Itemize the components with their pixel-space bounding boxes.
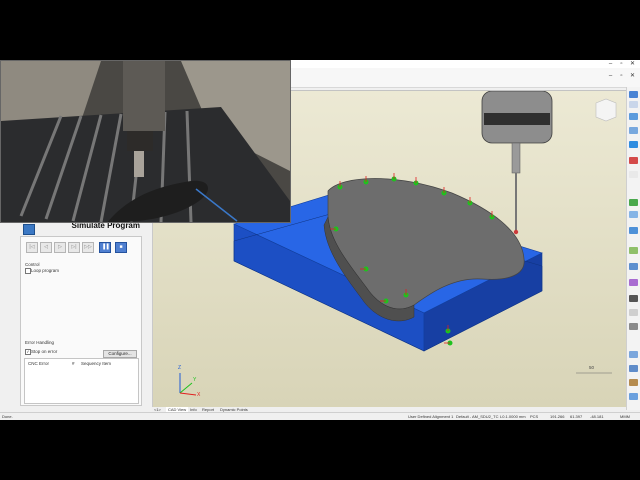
path-icon[interactable] bbox=[629, 247, 638, 254]
control-label: Control bbox=[25, 262, 40, 267]
machine-scene bbox=[1, 61, 290, 222]
status-cs: PCS bbox=[530, 414, 539, 419]
last-step-button[interactable]: ▷| bbox=[68, 242, 80, 253]
restore-button[interactable]: ▫ bbox=[617, 60, 626, 68]
status-alignment: User Defined Alignment 1 bbox=[408, 414, 454, 419]
ribbon-minimize-button[interactable]: – bbox=[606, 72, 615, 80]
wireframe-icon[interactable] bbox=[629, 141, 638, 148]
measure-icon[interactable] bbox=[629, 199, 638, 206]
stop-on-error-label: Stop on error bbox=[31, 349, 58, 354]
step-back-button[interactable]: ◁ bbox=[40, 242, 52, 253]
first-step-button[interactable]: |◁ bbox=[26, 242, 38, 253]
ribbon-restore-button[interactable]: ▫ bbox=[617, 72, 626, 80]
ribbon-close-button[interactable]: ✕ bbox=[628, 72, 637, 80]
pan-icon[interactable] bbox=[629, 365, 638, 372]
status-y: 61.397 bbox=[570, 414, 583, 419]
panel-body: |◁ ◁ ▷ ▷| ▷▷ ▐▐ ■ Control Loop program E… bbox=[20, 236, 142, 406]
status-probe: Default - AM_SDU2_TC bbox=[456, 414, 499, 419]
zoom-fit-icon[interactable] bbox=[629, 91, 638, 98]
configure-button[interactable]: Configure... bbox=[103, 350, 137, 358]
settings-icon[interactable] bbox=[629, 295, 638, 302]
select-icon[interactable] bbox=[629, 309, 638, 316]
probe-icon[interactable] bbox=[629, 211, 638, 218]
view-icon[interactable] bbox=[629, 101, 638, 108]
stop-button[interactable]: ■ bbox=[115, 242, 127, 253]
step-forward-button[interactable]: ▷ bbox=[54, 242, 66, 253]
axis-x-label: X bbox=[197, 392, 201, 398]
feature-icon[interactable] bbox=[629, 227, 638, 234]
column-header-number[interactable]: # bbox=[72, 361, 75, 366]
minimize-button[interactable]: – bbox=[606, 60, 615, 68]
probe-stem bbox=[511, 142, 521, 174]
status-tip: L0.1.0000 mm bbox=[500, 414, 526, 419]
machine-video-inset bbox=[0, 60, 291, 223]
point-icon[interactable] bbox=[629, 263, 638, 270]
column-header-sequency-item[interactable]: Sequency Item bbox=[81, 361, 111, 366]
loop-program-label: Loop program bbox=[31, 268, 60, 273]
simulate-panel: Simulate Program |◁ ◁ ▷ ▷| ▷▷ ▐▐ ■ Contr… bbox=[0, 217, 153, 410]
filter-icon[interactable] bbox=[629, 279, 638, 286]
zoom-in-icon[interactable] bbox=[629, 351, 638, 358]
status-bar: Done. User Defined Alignment 1 Default -… bbox=[0, 412, 640, 420]
grid-icon[interactable] bbox=[629, 171, 638, 178]
export-icon[interactable] bbox=[629, 393, 638, 400]
camera-icon[interactable] bbox=[629, 379, 638, 386]
axis-y-label: Y bbox=[193, 377, 197, 383]
run-button[interactable]: ▷▷ bbox=[82, 242, 94, 253]
scale-label: 50 bbox=[589, 365, 595, 370]
close-button[interactable]: ✕ bbox=[628, 60, 637, 68]
view-cube bbox=[595, 98, 617, 122]
right-toolbar bbox=[626, 87, 640, 410]
simulate-icon bbox=[23, 224, 35, 235]
error-handling-label: Error Handling bbox=[25, 340, 55, 345]
shaded-view-icon[interactable] bbox=[629, 127, 638, 134]
status-z: -48.181 bbox=[590, 414, 604, 419]
clip-plane-icon[interactable] bbox=[629, 157, 638, 164]
status-mode: MMM bbox=[620, 414, 630, 419]
probe-band bbox=[484, 113, 550, 125]
status-x: 191.266 bbox=[550, 414, 565, 419]
axis-z-label: Z bbox=[178, 365, 182, 371]
status-text: Done. bbox=[2, 414, 13, 419]
section-icon[interactable] bbox=[629, 323, 638, 330]
column-header-cnc-error[interactable]: CNC Error bbox=[28, 361, 49, 366]
error-list[interactable]: CNC Error # Sequency Item bbox=[24, 358, 139, 404]
pause-button[interactable]: ▐▐ bbox=[99, 242, 111, 253]
rotate-icon[interactable] bbox=[629, 113, 638, 120]
probe-tip bbox=[513, 229, 519, 235]
